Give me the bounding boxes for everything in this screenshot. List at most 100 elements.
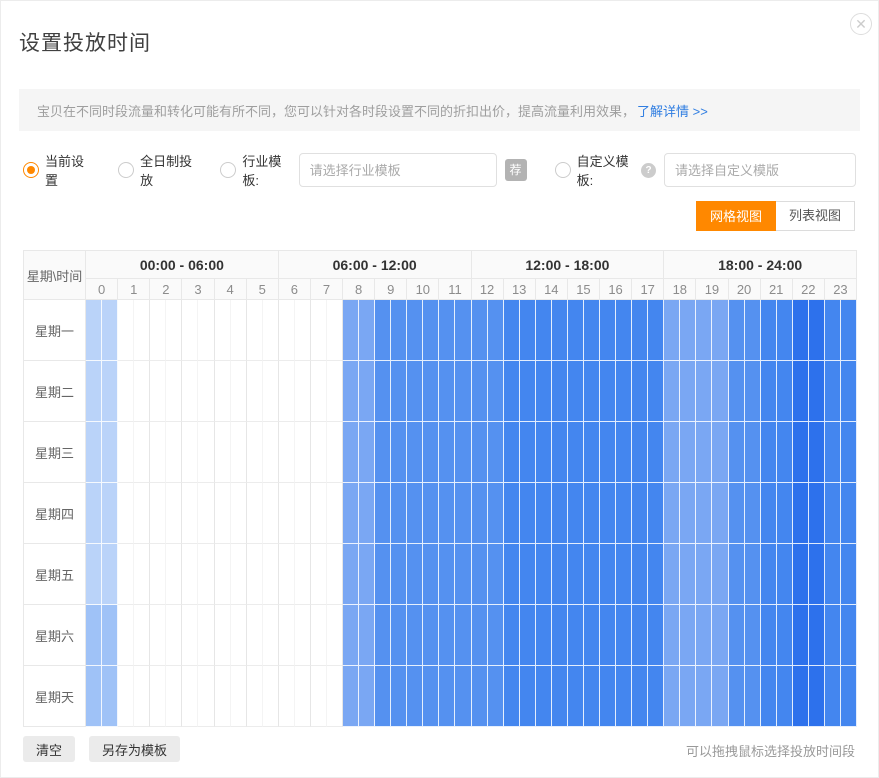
time-cell[interactable] [472,666,488,727]
time-cell[interactable] [648,483,664,544]
time-cell[interactable] [745,544,761,605]
time-cell[interactable] [263,422,279,483]
time-cell[interactable] [182,544,198,605]
time-cell[interactable] [182,361,198,422]
time-cell[interactable] [472,422,488,483]
time-cell[interactable] [439,361,455,422]
time-cell[interactable] [680,666,696,727]
time-cell[interactable] [600,605,616,666]
time-cell[interactable] [391,300,407,361]
time-cell[interactable] [407,544,423,605]
time-cell[interactable] [263,361,279,422]
time-cell[interactable] [664,605,680,666]
time-cell[interactable] [712,483,728,544]
time-cell[interactable] [118,544,134,605]
time-cell[interactable] [696,300,712,361]
time-cell[interactable] [632,666,648,727]
time-cell[interactable] [664,666,680,727]
time-cell[interactable] [520,666,536,727]
time-cell[interactable] [118,666,134,727]
time-cell[interactable] [263,544,279,605]
time-cell[interactable] [134,422,150,483]
time-cell[interactable] [279,666,295,727]
time-cell[interactable] [327,422,343,483]
time-cell[interactable] [729,605,745,666]
time-cell[interactable] [761,483,777,544]
time-cell[interactable] [664,544,680,605]
time-cell[interactable] [841,483,857,544]
time-cell[interactable] [247,361,263,422]
time-cell[interactable] [536,605,552,666]
time-cell[interactable] [568,666,584,727]
time-cell[interactable] [504,605,520,666]
time-cell[interactable] [279,300,295,361]
time-cell[interactable] [343,666,359,727]
time-cell[interactable] [375,666,391,727]
time-cell[interactable] [520,605,536,666]
time-cell[interactable] [761,422,777,483]
time-cell[interactable] [664,483,680,544]
time-cell[interactable] [648,300,664,361]
time-cell[interactable] [568,422,584,483]
time-cell[interactable] [198,483,214,544]
time-cell[interactable] [407,422,423,483]
time-cell[interactable] [745,666,761,727]
time-cell[interactable] [231,361,247,422]
time-cell[interactable] [439,483,455,544]
time-cell[interactable] [327,666,343,727]
time-cell[interactable] [648,605,664,666]
time-cell[interactable] [343,605,359,666]
time-cell[interactable] [761,666,777,727]
time-cell[interactable] [680,605,696,666]
time-cell[interactable] [455,544,471,605]
time-cell[interactable] [311,544,327,605]
time-cell[interactable] [825,605,841,666]
time-cell[interactable] [359,300,375,361]
time-cell[interactable] [198,544,214,605]
time-cell[interactable] [279,361,295,422]
time-cell[interactable] [648,361,664,422]
time-cell[interactable] [86,544,102,605]
time-cell[interactable] [150,544,166,605]
time-cell[interactable] [552,361,568,422]
time-cell[interactable] [118,605,134,666]
time-cell[interactable] [552,544,568,605]
time-cell[interactable] [102,605,118,666]
time-cell[interactable] [472,483,488,544]
time-cell[interactable] [809,544,825,605]
time-cell[interactable] [359,605,375,666]
time-cell[interactable] [664,300,680,361]
time-cell[interactable] [584,666,600,727]
time-cell[interactable] [777,361,793,422]
time-cell[interactable] [729,422,745,483]
time-cell[interactable] [552,605,568,666]
time-cell[interactable] [279,605,295,666]
time-cell[interactable] [295,483,311,544]
time-cell[interactable] [729,361,745,422]
time-cell[interactable] [295,422,311,483]
time-cell[interactable] [745,605,761,666]
time-cell[interactable] [311,361,327,422]
time-cell[interactable] [423,544,439,605]
time-cell[interactable] [247,483,263,544]
time-cell[interactable] [391,361,407,422]
time-cell[interactable] [696,666,712,727]
time-cell[interactable] [664,422,680,483]
time-cell[interactable] [118,422,134,483]
time-cell[interactable] [182,666,198,727]
time-cell[interactable] [841,605,857,666]
time-cell[interactable] [86,605,102,666]
time-cell[interactable] [680,544,696,605]
time-cell[interactable] [359,422,375,483]
time-cell[interactable] [407,605,423,666]
radio-allday[interactable] [118,162,134,178]
time-cell[interactable] [584,605,600,666]
time-cell[interactable] [712,666,728,727]
time-cell[interactable] [359,666,375,727]
time-cell[interactable] [375,605,391,666]
time-cell[interactable] [86,483,102,544]
time-cell[interactable] [134,544,150,605]
time-cell[interactable] [777,300,793,361]
time-cell[interactable] [343,361,359,422]
help-icon[interactable]: ? [641,163,656,178]
